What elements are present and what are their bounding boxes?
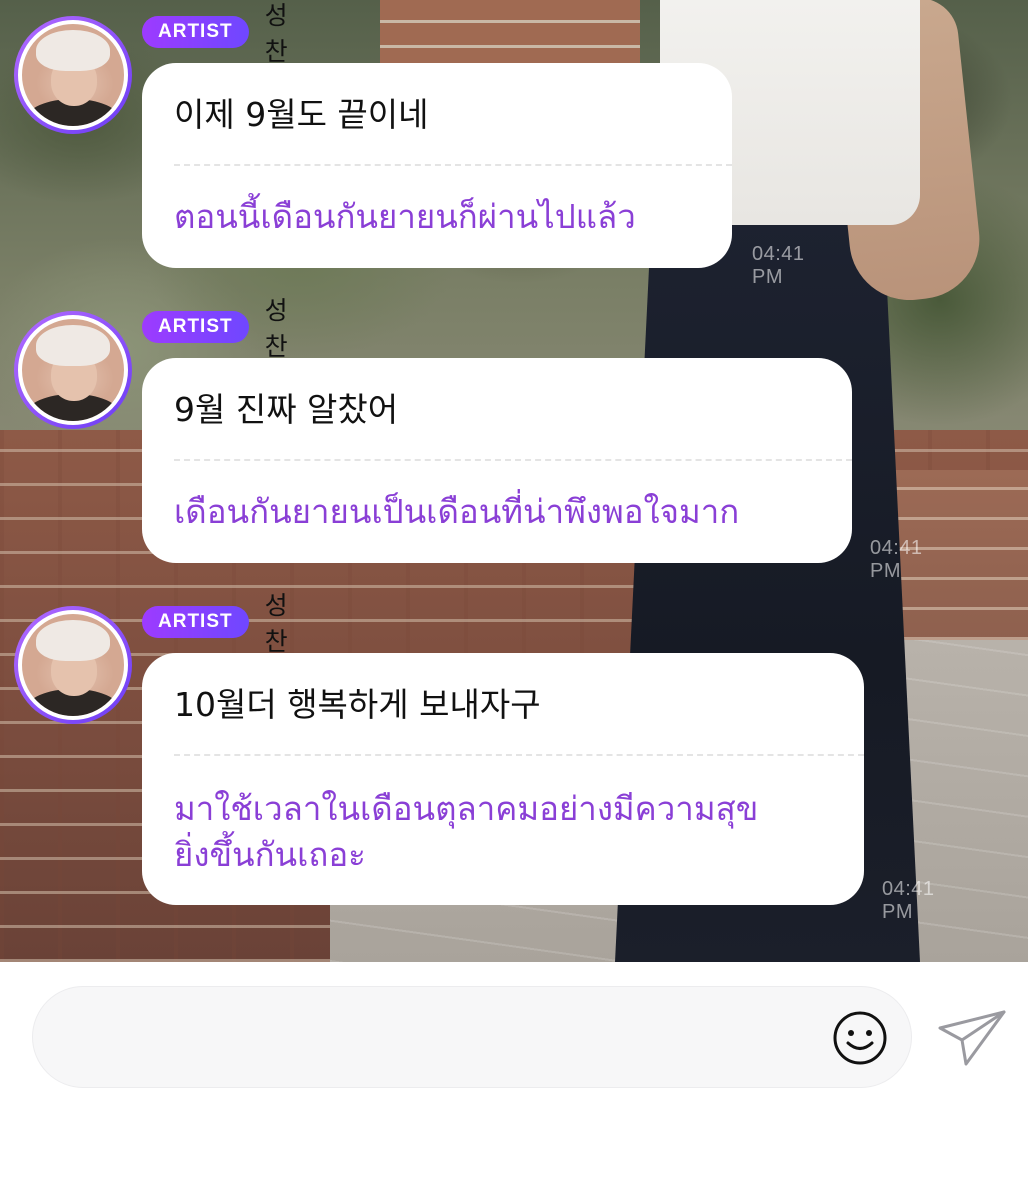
paper-plane-icon[interactable] — [936, 1006, 1008, 1070]
message-original-text: 이제 9월도 끝이네 — [174, 95, 429, 134]
message-header: ARTIST 성찬 — [142, 1, 288, 66]
message-original-text: 10월더 행복하게 보내자구 — [174, 685, 541, 724]
message-input-container[interactable] — [32, 986, 912, 1088]
message-bubble[interactable]: 10월더 행복하게 보내자구 มาใช้เวลาในเดือนตุลาคมอย่… — [142, 653, 864, 905]
avatar-photo — [18, 610, 128, 720]
message-original-text: 9월 진짜 알찼어 — [174, 390, 399, 429]
smiley-face-icon[interactable] — [831, 1009, 889, 1067]
message-divider — [174, 164, 732, 166]
artist-badge: ARTIST — [142, 16, 249, 48]
message-timestamp: 04:41 PM — [870, 537, 923, 582]
message-header: ARTIST 성찬 — [142, 591, 288, 656]
sender-name: 성찬 — [264, 1, 288, 66]
avatar-photo — [18, 315, 128, 425]
avatar-photo — [18, 20, 128, 130]
sender-name: 성찬 — [264, 296, 288, 361]
artist-badge: ARTIST — [142, 311, 249, 343]
message-translation-text: เดือนกันยายนเป็นเดือนที่น่าพึงพอใจมาก — [174, 492, 740, 531]
message-divider — [174, 754, 864, 756]
artist-avatar[interactable] — [14, 311, 132, 429]
message-composer — [0, 962, 1028, 1200]
message-input[interactable] — [69, 1017, 813, 1059]
message-translation-line-2: ยิ่งขึ้นกันเถอะ — [174, 835, 366, 874]
message-translation-line-1: มาใช้เวลาในเดือนตุลาคมอย่างมีความสุข — [174, 789, 759, 828]
message-translation-text: ตอนนี้เดือนกันยายนก็ผ่านไปแล้ว — [174, 197, 636, 236]
message-timestamp: 04:41 PM — [882, 878, 935, 923]
artist-avatar[interactable] — [14, 16, 132, 134]
message-bubble[interactable]: 9월 진짜 알찼어 เดือนกันยายนเป็นเดือนที่น่าพึง… — [142, 358, 852, 563]
artist-avatar[interactable] — [14, 606, 132, 724]
message-divider — [174, 459, 852, 461]
message-timestamp: 04:41 PM — [752, 243, 805, 288]
sender-name: 성찬 — [264, 591, 288, 656]
artist-badge: ARTIST — [142, 606, 249, 638]
message-bubble[interactable]: 이제 9월도 끝이네 ตอนนี้เดือนกันยายนก็ผ่านไปแล้… — [142, 63, 732, 268]
chat-message-list[interactable]: ARTIST 성찬 이제 9월도 끝이네 ตอนนี้เดือนกันยายนก… — [0, 0, 1028, 962]
message-header: ARTIST 성찬 — [142, 296, 288, 361]
